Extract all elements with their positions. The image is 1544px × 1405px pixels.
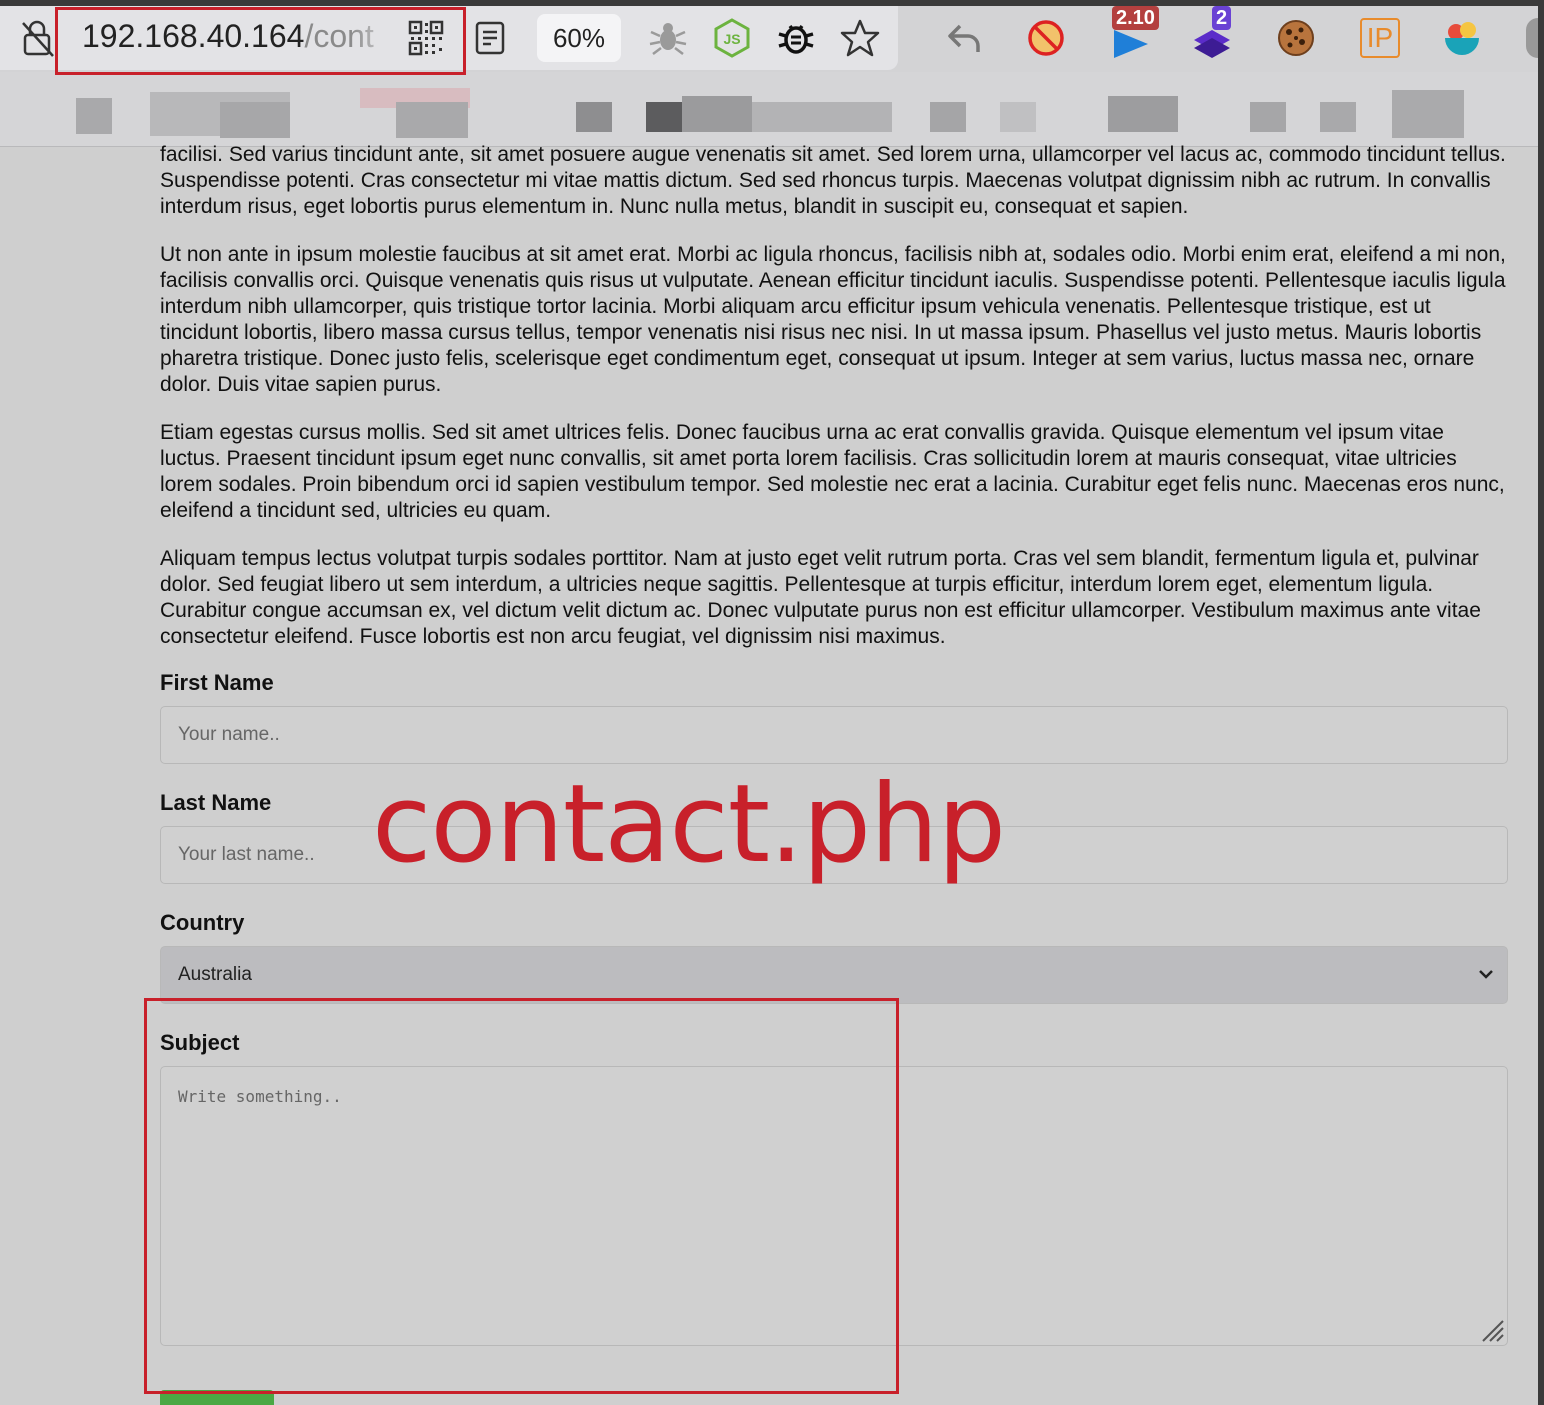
redacted-block: [1320, 102, 1356, 132]
lorem-paragraph-3: Etiam egestas cursus mollis. Sed sit ame…: [160, 421, 1505, 522]
bookmark-star-icon[interactable]: [840, 18, 880, 58]
redacted-block: [396, 102, 468, 138]
first-name-placeholder: Your name..: [178, 724, 280, 745]
back-arrow-icon[interactable]: [944, 18, 984, 58]
redacted-block: [682, 96, 752, 132]
redacted-block: [220, 102, 290, 138]
bookmarks-bar-redacted: [0, 72, 1538, 147]
redacted-block: [1250, 102, 1286, 132]
redacted-block: [930, 102, 966, 132]
lorem-paragraph-1: facilisi. Sed varius tincidunt ante, sit…: [160, 143, 1506, 218]
cookie-icon[interactable]: [1276, 18, 1316, 58]
chevron-down-icon: [1479, 970, 1493, 979]
insecure-lock-icon[interactable]: [20, 18, 56, 58]
subject-highlight-box: [144, 998, 899, 1394]
window-frame-right: [1538, 0, 1544, 1405]
country-select[interactable]: Australia: [160, 946, 1508, 1004]
country-label: Country: [160, 910, 245, 935]
zoom-level-button[interactable]: 60%: [537, 14, 621, 62]
annotation-label: contact.php: [372, 762, 1006, 887]
block-extension-icon[interactable]: [1026, 18, 1066, 58]
debug-bug-icon[interactable]: [776, 18, 816, 58]
lorem-paragraph-4: Aliquam tempus lectus volutpat turpis so…: [160, 547, 1481, 648]
first-name-input[interactable]: Your name..: [160, 706, 1508, 764]
resize-grip-icon[interactable]: [1479, 1317, 1505, 1343]
play-extension-badge: 2.10: [1112, 6, 1159, 30]
profile-avatar-icon[interactable]: [1526, 18, 1538, 58]
svg-text:JS: JS: [723, 31, 740, 47]
redacted-block: [1108, 96, 1178, 132]
bug-spider-extension-icon[interactable]: [648, 18, 688, 58]
redacted-block: [646, 102, 682, 132]
ip-extension-icon[interactable]: IP: [1360, 18, 1400, 58]
reader-view-icon[interactable]: [474, 20, 506, 56]
redacted-block: [752, 102, 892, 132]
bowl-extension-icon[interactable]: [1442, 18, 1482, 58]
ip-extension-label: IP: [1366, 22, 1394, 53]
lorem-paragraph-2: Ut non ante in ipsum molestie faucibus a…: [160, 243, 1506, 396]
last-name-placeholder: Your last name..: [178, 844, 315, 865]
country-selected-value: Australia: [178, 964, 252, 985]
url-highlight-box: [55, 7, 466, 75]
nodejs-extension-icon[interactable]: JS: [712, 18, 752, 58]
redacted-block: [1392, 90, 1464, 138]
layers-extension-badge: 2: [1212, 6, 1232, 30]
first-name-label: First Name: [160, 670, 274, 695]
redacted-block: [576, 102, 612, 132]
redacted-block: [76, 98, 112, 134]
redacted-block: [1000, 102, 1036, 132]
